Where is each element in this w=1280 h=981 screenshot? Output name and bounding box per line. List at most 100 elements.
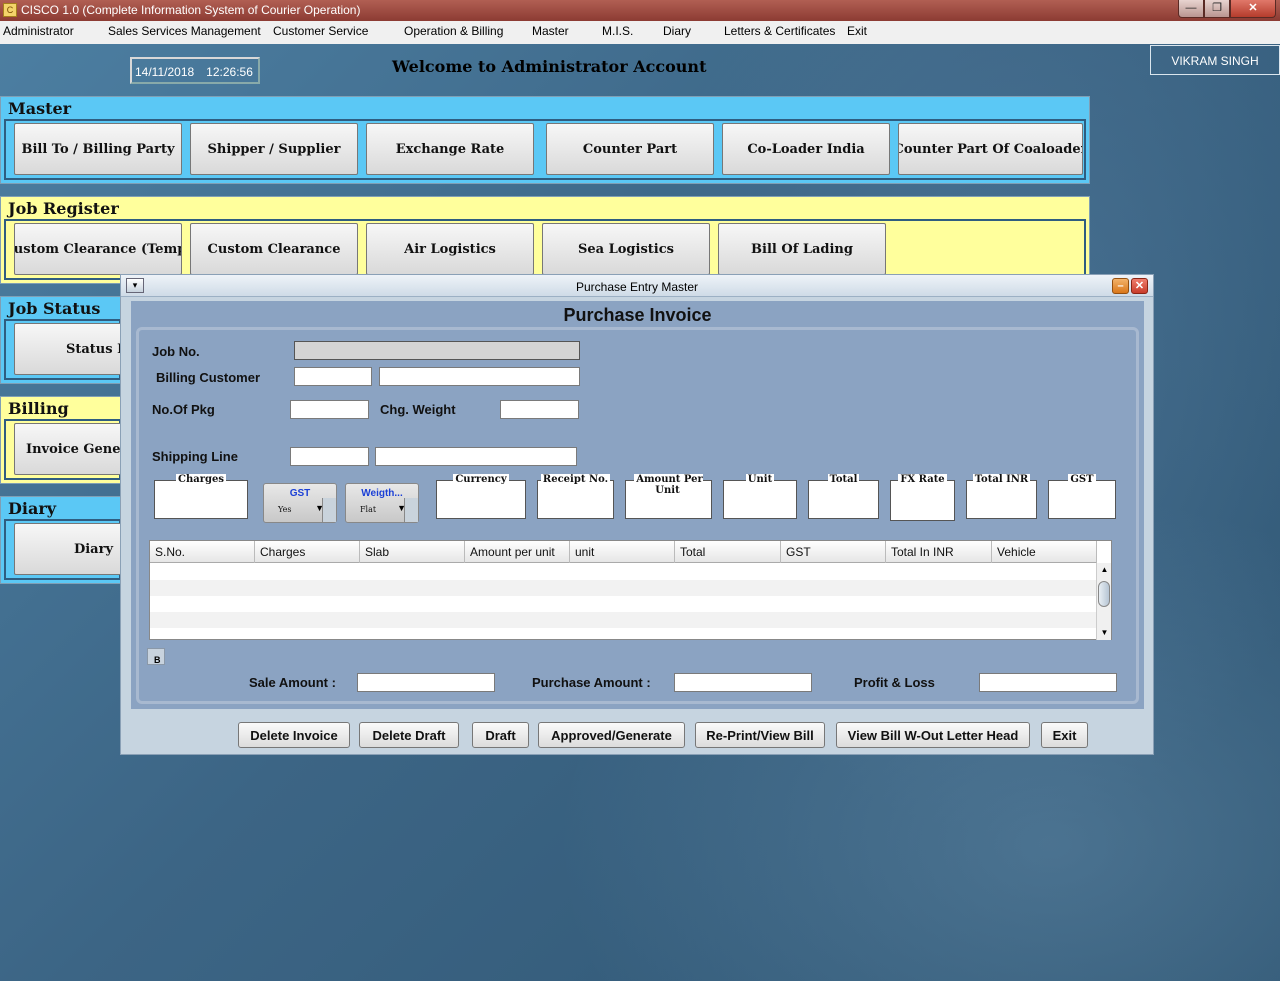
delete-draft-button[interactable]: Delete Draft: [359, 722, 459, 748]
menu-customer-service[interactable]: Customer Service: [273, 24, 368, 38]
amount-per-unit-field[interactable]: Amount Per Unit: [625, 474, 712, 519]
sale-amount-input[interactable]: [357, 673, 495, 692]
charges-table[interactable]: S.No. Charges Slab Amount per unit unit …: [149, 540, 1112, 640]
counter-part-coaloader-button[interactable]: Counter Part Of Coaloader: [898, 123, 1083, 175]
approved-generate-button[interactable]: Approved/Generate: [538, 722, 685, 748]
menu-exit[interactable]: Exit: [847, 24, 867, 38]
shipper-supplier-button[interactable]: Shipper / Supplier: [190, 123, 358, 175]
app-icon: C: [3, 3, 17, 17]
sale-amount-label: Sale Amount :: [249, 675, 336, 690]
menubar: Administrator Sales Services Management …: [0, 21, 1280, 44]
table-row[interactable]: [150, 612, 1097, 628]
total-legend: Total: [827, 474, 860, 485]
profit-loss-label: Profit & Loss: [854, 675, 935, 690]
col-charges[interactable]: Charges: [255, 541, 360, 563]
diary-panel: Diary Diary: [0, 496, 154, 584]
currency-field[interactable]: Currency: [436, 474, 526, 519]
dialog-close-icon[interactable]: ✕: [1131, 278, 1148, 294]
scroll-up-icon[interactable]: ▲: [1097, 563, 1112, 577]
col-total-inr[interactable]: Total In INR: [886, 541, 992, 563]
exchange-rate-button[interactable]: Exchange Rate: [366, 123, 534, 175]
billing-customer-code-input[interactable]: [294, 367, 372, 386]
menu-master[interactable]: Master: [532, 24, 569, 38]
billing-customer-name-input[interactable]: [379, 367, 580, 386]
total-inr-field[interactable]: Total INR: [966, 474, 1037, 519]
draft-button[interactable]: Draft: [472, 722, 529, 748]
menu-operation-billing[interactable]: Operation & Billing: [404, 24, 503, 38]
sea-logistics-button[interactable]: Sea Logistics: [542, 223, 710, 275]
col-total[interactable]: Total: [675, 541, 781, 563]
col-vehicle[interactable]: Vehicle: [992, 541, 1097, 563]
air-logistics-button[interactable]: Air Logistics: [366, 223, 534, 275]
form-inner-panel: Job No. Billing Customer No.Of Pkg Chg. …: [136, 327, 1139, 704]
total-inr-legend: Total INR: [972, 474, 1031, 485]
menu-administrator[interactable]: Administrator: [3, 24, 74, 38]
col-unit[interactable]: unit: [570, 541, 675, 563]
reprint-view-bill-button[interactable]: Re-Print/View Bill: [695, 722, 825, 748]
billing-panel: Billing Invoice Genera: [0, 396, 154, 484]
close-icon[interactable]: ✕: [1230, 0, 1276, 18]
shipping-line-name-input[interactable]: [375, 447, 577, 466]
job-no-input[interactable]: [294, 341, 580, 360]
chg-weight-label: Chg. Weight: [380, 402, 456, 417]
weight-combo[interactable]: Weigth... Flat ▼: [345, 483, 419, 523]
scroll-thumb[interactable]: [1098, 581, 1110, 607]
gst-legend: GST: [1068, 474, 1096, 485]
view-bill-without-letterhead-button[interactable]: View Bill W-Out Letter Head: [836, 722, 1030, 748]
unit-field[interactable]: Unit: [723, 474, 797, 519]
table-row[interactable]: [150, 580, 1097, 596]
bill-to-billing-party-button[interactable]: Bill To / Billing Party: [14, 123, 182, 175]
purchase-amount-label: Purchase Amount :: [532, 675, 651, 690]
col-gst[interactable]: GST: [781, 541, 886, 563]
no-of-pkg-label: No.Of Pkg: [152, 402, 215, 417]
co-loader-india-button[interactable]: Co-Loader India: [722, 123, 890, 175]
counter-part-button[interactable]: Counter Part: [546, 123, 714, 175]
window-controls: — ❐ ✕: [1178, 0, 1276, 18]
delete-invoice-button[interactable]: Delete Invoice: [238, 722, 350, 748]
purchase-amount-input[interactable]: [674, 673, 812, 692]
job-status-panel-title: Job Status: [8, 299, 101, 318]
menu-sales-services[interactable]: Sales Services Management: [108, 24, 261, 38]
master-panel-title: Master: [8, 99, 72, 118]
small-toggle-button[interactable]: B: [147, 648, 165, 665]
col-slab[interactable]: Slab: [360, 541, 465, 563]
welcome-title: Welcome to Administrator Account: [392, 57, 707, 76]
dialog-minimize-icon[interactable]: –: [1112, 278, 1129, 294]
col-sno[interactable]: S.No.: [150, 541, 255, 563]
receipt-no-field[interactable]: Receipt No.: [537, 474, 614, 519]
table-row[interactable]: [150, 564, 1097, 580]
purchase-invoice-heading: Purchase Invoice: [563, 305, 712, 325]
job-no-label: Job No.: [152, 344, 200, 359]
profit-loss-input[interactable]: [979, 673, 1117, 692]
no-of-pkg-input[interactable]: [290, 400, 369, 419]
bill-of-lading-button[interactable]: Bill Of Lading: [718, 223, 886, 275]
shipping-line-code-input[interactable]: [290, 447, 369, 466]
fx-rate-field[interactable]: FX Rate: [890, 474, 955, 521]
chg-weight-input[interactable]: [500, 400, 579, 419]
table-scrollbar[interactable]: ▲ ▼: [1096, 563, 1111, 640]
table-header: S.No. Charges Slab Amount per unit unit …: [150, 541, 1097, 563]
charges-field[interactable]: Charges: [154, 474, 248, 519]
col-amount-per-unit[interactable]: Amount per unit: [465, 541, 570, 563]
minimize-icon[interactable]: —: [1178, 0, 1204, 18]
currency-legend: Currency: [453, 474, 509, 485]
shipping-line-label: Shipping Line: [152, 449, 238, 464]
gst-field[interactable]: GST: [1048, 474, 1116, 519]
custom-clearance-button[interactable]: Custom Clearance: [190, 223, 358, 275]
diary-panel-title: Diary: [8, 499, 57, 518]
menu-diary[interactable]: Diary: [663, 24, 691, 38]
billing-customer-label: Billing Customer: [156, 370, 261, 385]
maximize-icon[interactable]: ❐: [1204, 0, 1230, 18]
exit-button[interactable]: Exit: [1041, 722, 1088, 748]
menu-mis[interactable]: M.I.S.: [602, 24, 633, 38]
dialog-titlebar: ▾ Purchase Entry Master – ✕: [121, 275, 1153, 297]
scroll-down-icon[interactable]: ▼: [1097, 626, 1112, 640]
charges-legend: Charges: [176, 474, 226, 485]
total-field[interactable]: Total: [808, 474, 879, 519]
user-name-box: VIKRAM SINGH: [1150, 45, 1280, 75]
custom-clearance-temp-button[interactable]: Custom Clearance (Temp): [14, 223, 182, 275]
job-register-panel: Job Register Custom Clearance (Temp) Cus…: [0, 196, 1090, 284]
menu-letters-certificates[interactable]: Letters & Certificates: [724, 24, 835, 38]
gst-combo[interactable]: GST Yes ▼: [263, 483, 337, 523]
table-row[interactable]: [150, 596, 1097, 612]
